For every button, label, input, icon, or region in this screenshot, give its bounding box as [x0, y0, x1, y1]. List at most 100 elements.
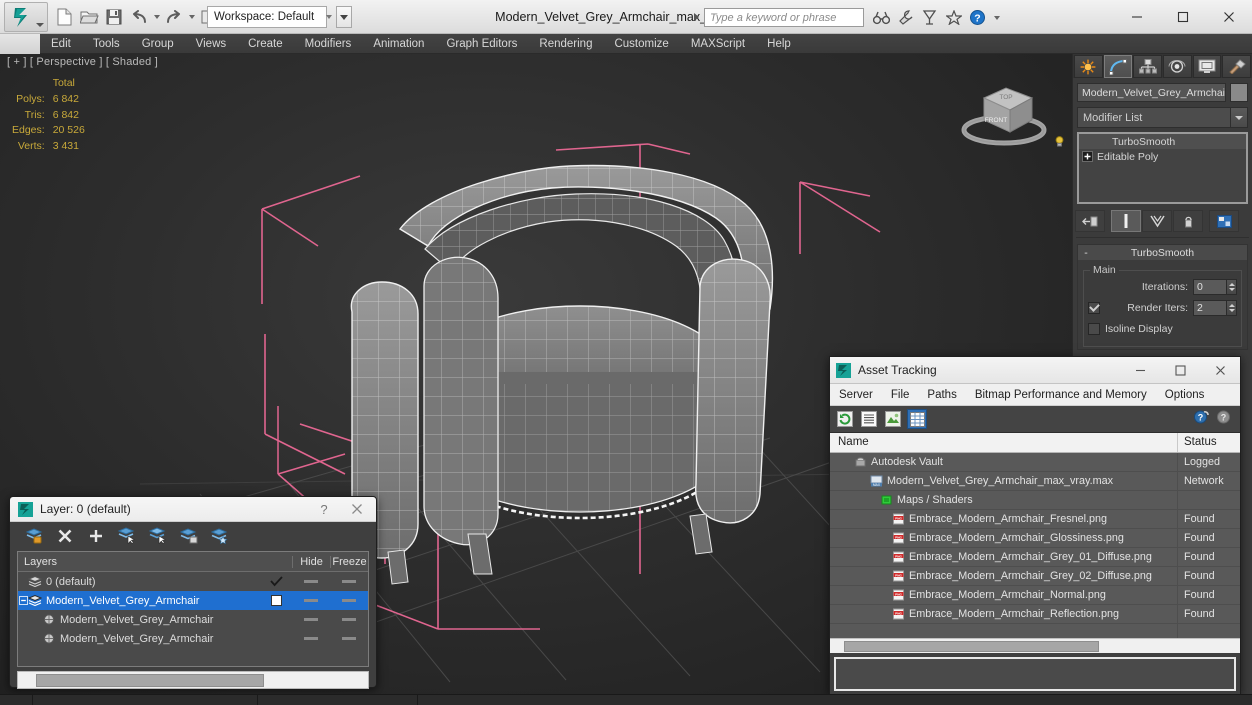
layer-list[interactable]: Layers Hide Freeze 0 (default) Modern_Ve…: [17, 551, 369, 667]
table-row[interactable]: PNG Embrace_Modern_Armchair_Glossiness.p…: [830, 528, 1240, 548]
table-row[interactable]: PNG Embrace_Modern_Armchair_Normal.png F…: [830, 585, 1240, 605]
asset-horizontal-scrollbar[interactable]: [830, 638, 1240, 653]
help-question-icon[interactable]: ?: [1193, 409, 1210, 426]
undo-button[interactable]: [127, 4, 151, 30]
menu-home-tab[interactable]: [0, 33, 40, 54]
compass-button[interactable]: [920, 7, 939, 28]
close-button[interactable]: [1200, 357, 1240, 383]
menu-item-tools[interactable]: Tools: [82, 34, 131, 54]
application-menu-button[interactable]: [4, 2, 48, 32]
refresh-button[interactable]: [835, 409, 855, 429]
asset-menu-bitmap-performance[interactable]: Bitmap Performance and Memory: [966, 389, 1156, 401]
undo-dropdown-button[interactable]: [152, 4, 161, 30]
show-end-result-button[interactable]: [1111, 210, 1141, 232]
hide-toggle[interactable]: [292, 618, 330, 621]
modifier-list-caret[interactable]: [1230, 108, 1247, 127]
table-row[interactable]: PNG Embrace_Modern_Armchair_Fresnel.png …: [830, 509, 1240, 529]
menu-item-maxscript[interactable]: MAXScript: [680, 34, 756, 54]
freeze-toggle[interactable]: [330, 618, 368, 621]
close-button[interactable]: [1206, 0, 1252, 34]
scrollbar-thumb[interactable]: [36, 673, 264, 687]
asset-list[interactable]: Autodesk Vault Logged MAX Modern_Velvet_…: [830, 453, 1240, 638]
minimize-button[interactable]: [1114, 0, 1160, 34]
help-dropdown-button[interactable]: [992, 5, 1001, 31]
favorites-button[interactable]: [944, 7, 963, 28]
modify-tab[interactable]: [1103, 55, 1133, 78]
menu-item-edit[interactable]: Edit: [40, 34, 82, 54]
layer-horizontal-scrollbar[interactable]: [17, 671, 369, 689]
asset-menu-options[interactable]: Options: [1156, 389, 1214, 401]
freeze-toggle[interactable]: [330, 580, 368, 583]
menu-item-customize[interactable]: Customize: [603, 34, 679, 54]
table-row[interactable]: Autodesk Vault Logged: [830, 453, 1240, 472]
search-input[interactable]: Type a keyword or phrase: [704, 8, 864, 27]
grid-view-button[interactable]: [907, 409, 927, 429]
modifier-stack-item-turbosmooth[interactable]: TurboSmooth: [1055, 134, 1246, 149]
list-item[interactable]: Modern_Velvet_Grey_Armchair: [18, 591, 368, 610]
view-cube[interactable]: TOP FRONT: [954, 74, 1058, 152]
utilities-tab[interactable]: [1222, 55, 1252, 78]
menu-item-help[interactable]: Help: [756, 34, 802, 54]
freeze-toggle[interactable]: [330, 599, 368, 602]
column-header-freeze[interactable]: Freeze: [330, 555, 368, 568]
menu-item-modifiers[interactable]: Modifiers: [294, 34, 363, 54]
table-row[interactable]: PNG Embrace_Modern_Armchair_Grey_02_Diff…: [830, 566, 1240, 586]
search-expander-icon[interactable]: [690, 8, 702, 26]
display-tab[interactable]: [1192, 55, 1222, 78]
set-current-layer-button[interactable]: [210, 526, 229, 545]
configure-modifier-sets-button[interactable]: [1209, 210, 1239, 232]
help-button[interactable]: ?: [968, 7, 987, 28]
table-row[interactable]: PNG Embrace_Modern_Armchair_Grey_01_Diff…: [830, 547, 1240, 567]
save-file-button[interactable]: [102, 4, 126, 30]
table-row[interactable]: PNG Embrace_Modern_Armchair_Reflection.p…: [830, 604, 1240, 624]
add-to-layer-button[interactable]: [86, 526, 105, 545]
list-item[interactable]: 0 (default): [18, 572, 368, 591]
object-name-field[interactable]: Modern_Velvet_Grey_Armchair: [1077, 83, 1226, 102]
hide-toggle[interactable]: [292, 580, 330, 583]
table-row[interactable]: MAX Modern_Velvet_Grey_Armchair_max_vray…: [830, 471, 1240, 491]
modifier-list-dropdown[interactable]: Modifier List: [1077, 107, 1248, 128]
list-item[interactable]: Modern_Velvet_Grey_Armchair: [18, 629, 368, 648]
layer-help-button[interactable]: ?: [310, 497, 338, 521]
freeze-toggle[interactable]: [330, 637, 368, 640]
layer-dialog[interactable]: Layer: 0 (default) ? Layers Hide Freeze …: [9, 496, 377, 689]
binoculars-button[interactable]: [872, 7, 891, 28]
hide-toggle[interactable]: [292, 599, 330, 602]
menu-item-graph-editors[interactable]: Graph Editors: [435, 34, 528, 54]
highlight-selected-objects-button[interactable]: [148, 526, 167, 545]
new-file-button[interactable]: [52, 4, 76, 30]
wrench-button[interactable]: [896, 7, 915, 28]
iterations-value[interactable]: 0: [1193, 278, 1227, 295]
workspace-selector[interactable]: Workspace: Default: [207, 6, 327, 28]
asset-detail-box[interactable]: [834, 657, 1236, 691]
remove-modifier-button[interactable]: [1173, 210, 1203, 232]
redo-dropdown-button[interactable]: [187, 4, 196, 30]
menu-item-group[interactable]: Group: [131, 34, 185, 54]
add-selection-to-layer-button[interactable]: [179, 526, 198, 545]
column-header-name[interactable]: Name: [830, 433, 1178, 452]
motion-tab[interactable]: [1163, 55, 1192, 78]
render-iters-value[interactable]: 2: [1193, 299, 1227, 316]
open-file-button[interactable]: [77, 4, 101, 30]
list-item[interactable]: Modern_Velvet_Grey_Armchair: [18, 610, 368, 629]
modifier-stack-item-editable-poly[interactable]: Editable Poly: [1079, 149, 1246, 164]
asset-tracking-titlebar[interactable]: Asset Tracking: [830, 357, 1240, 384]
expand-plus-icon[interactable]: [1082, 151, 1093, 162]
maximize-button[interactable]: [1160, 357, 1200, 383]
thumbnail-view-button[interactable]: [883, 409, 903, 429]
menu-item-animation[interactable]: Animation: [362, 34, 435, 54]
isoline-display-checkbox[interactable]: [1088, 322, 1100, 335]
hierarchy-tab[interactable]: [1133, 55, 1163, 78]
expand-toggle[interactable]: [18, 592, 28, 610]
create-new-layer-button[interactable]: [24, 526, 43, 545]
asset-menu-server[interactable]: Server: [830, 389, 882, 401]
asset-tracking-dialog[interactable]: Asset Tracking Server File Paths Bitmap …: [829, 356, 1241, 695]
render-iters-spin-arrows[interactable]: [1227, 299, 1237, 316]
column-header-status[interactable]: Status: [1178, 433, 1240, 452]
iterations-spin-arrows[interactable]: [1227, 278, 1237, 295]
pin-stack-button[interactable]: [1075, 210, 1105, 232]
minimize-button[interactable]: [1120, 357, 1160, 383]
maximize-button[interactable]: [1160, 0, 1206, 34]
viewport-label[interactable]: [ + ] [ Perspective ] [ Shaded ]: [7, 56, 158, 68]
asset-menu-paths[interactable]: Paths: [918, 389, 965, 401]
